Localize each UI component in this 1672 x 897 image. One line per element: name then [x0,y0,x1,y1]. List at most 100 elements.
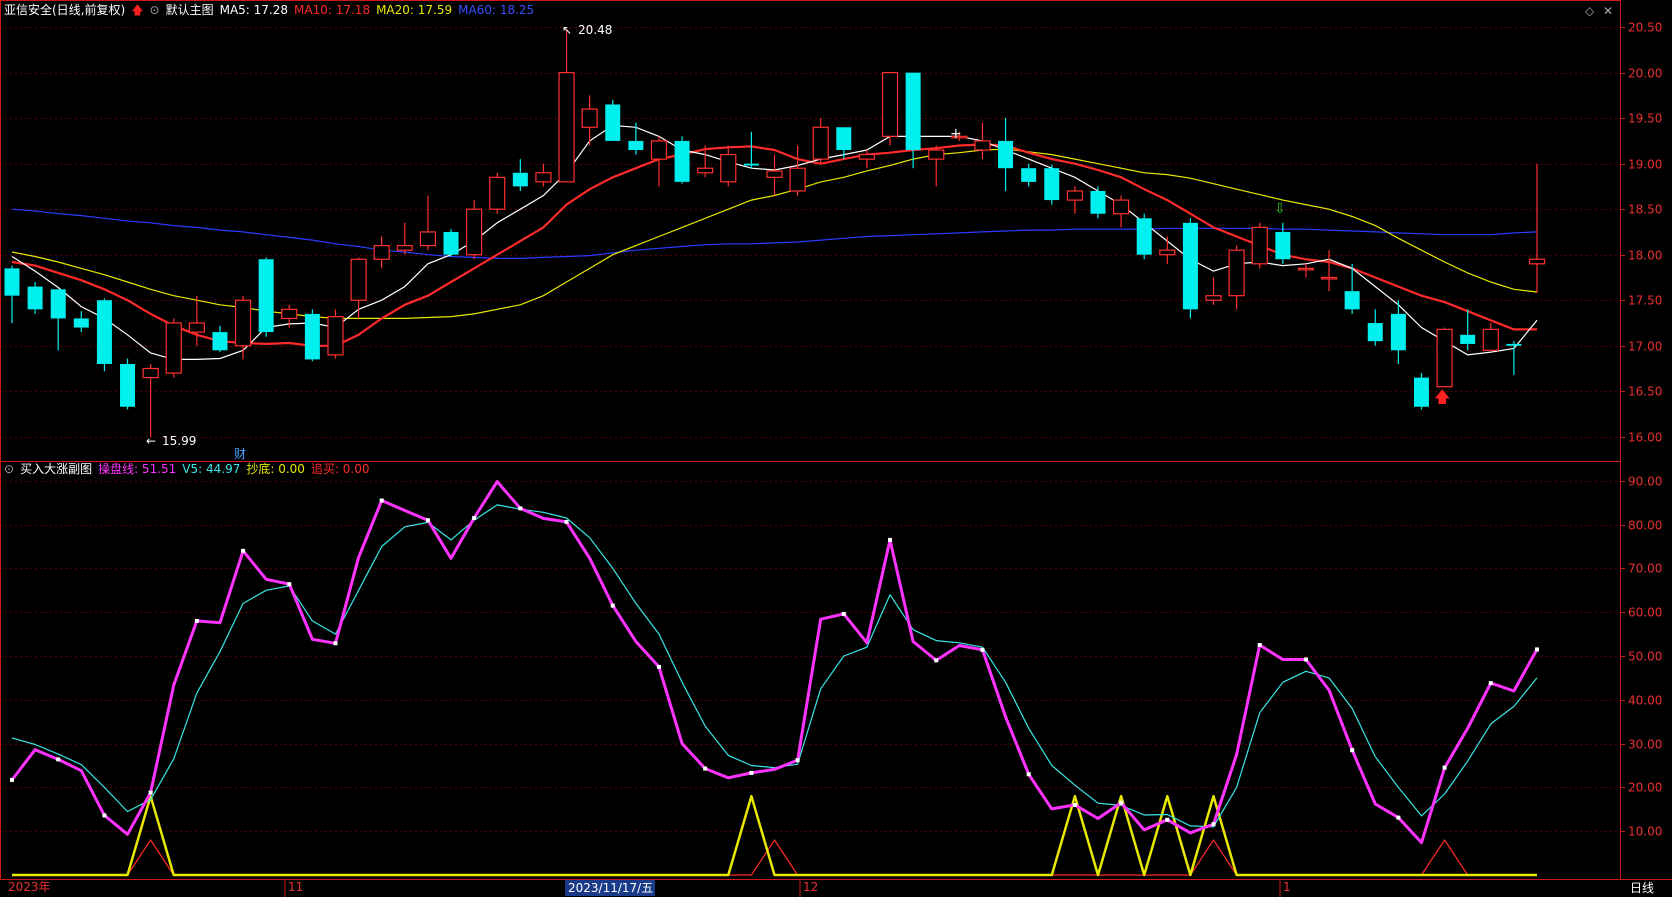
candle[interactable] [836,127,852,160]
candle[interactable] [489,172,506,214]
candle[interactable] [27,282,43,314]
candle[interactable] [234,295,252,360]
financial-report-marker[interactable]: 财 [234,447,246,461]
candle[interactable] [1320,250,1338,292]
candle[interactable] [998,118,1014,191]
sub-panel-border [0,461,1621,880]
sub-dropdown-icon[interactable]: ⊙ [4,462,14,476]
stock-title[interactable]: 亚信安全(日线,前复权) [4,3,125,17]
candle-body-down [1182,222,1198,310]
candle-body-down [96,300,112,364]
candle[interactable] [881,72,899,146]
candle[interactable] [1182,218,1198,319]
candle-body-up [234,299,252,347]
candle[interactable] [120,358,136,410]
panel-controls[interactable]: ◇ ✕ [1585,4,1613,18]
candle[interactable] [535,163,552,187]
main-panel-header: 亚信安全(日线,前复权) 🡅 ⊙ 默认主图 MA5: 17.28 MA10: 17.18 M… [4,2,540,18]
price-tick-label: 17.00 [1628,340,1662,354]
series-point [287,582,292,587]
candle[interactable] [165,318,182,378]
candle-body-up [1112,199,1130,215]
candle[interactable] [1021,163,1037,187]
candle[interactable] [443,229,459,257]
candle[interactable] [1205,277,1222,305]
buy-signal-arrow-icon: 🡅 [1434,387,1450,406]
period-label[interactable]: 日线 [1630,881,1654,895]
candle[interactable] [1044,164,1060,205]
sub-indicator-name[interactable]: 买入大涨副图 [20,462,92,476]
candle[interactable] [142,363,159,437]
candle-body-up [142,367,159,379]
candle[interactable] [1112,195,1130,228]
candle[interactable] [396,222,413,255]
candle[interactable] [258,257,274,337]
series-point [1257,643,1262,648]
date-label-jan: 1 [1283,880,1291,894]
candle[interactable] [743,131,759,169]
close-panel-icon[interactable]: ✕ [1603,4,1613,18]
candle[interactable] [1228,245,1245,310]
sub-panel-grid [0,481,1620,832]
candle[interactable] [1413,373,1429,410]
candle[interactable] [512,159,528,191]
ma5-label: MA5: 17.28 [219,3,289,17]
candle[interactable] [1367,309,1383,346]
candle[interactable] [1506,341,1522,375]
candle[interactable] [1251,222,1268,269]
candle[interactable] [905,72,921,169]
candle[interactable] [858,150,876,169]
candle[interactable] [73,311,89,333]
candle[interactable] [212,325,228,353]
candle[interactable] [1528,163,1546,293]
candle-body-up [1320,276,1338,280]
series-point [472,515,477,520]
candle[interactable] [1159,236,1176,264]
candle[interactable] [812,118,829,164]
price-tick-label: 19.00 [1628,158,1662,172]
candle[interactable] [628,122,644,155]
price-tick-label: 18.00 [1628,249,1662,263]
value-tick-label: 10.00 [1628,825,1662,839]
dropdown-icon[interactable]: ⊙ [150,3,160,17]
series-point [1072,802,1077,807]
candle[interactable] [1482,322,1499,351]
candle[interactable] [50,289,66,351]
diamond-icon[interactable]: ◇ [1585,4,1595,18]
candle[interactable] [304,309,320,362]
candle[interactable] [1460,309,1476,351]
candle[interactable] [928,145,945,187]
candle-body-up [974,140,991,151]
candle[interactable] [605,99,621,141]
series-point [425,518,430,523]
candle-body-down [443,231,459,255]
candle[interactable] [96,298,112,372]
candle[interactable] [188,295,205,346]
candle[interactable] [766,154,783,196]
candle[interactable] [974,122,991,160]
candle[interactable] [373,236,390,269]
series-point [795,758,800,763]
candlestick-series[interactable] [4,28,1546,437]
candle[interactable] [558,28,575,183]
series-point [1442,765,1447,770]
candle[interactable] [466,200,483,260]
candle[interactable] [1090,186,1106,219]
candle[interactable] [789,145,806,196]
series-line-3 [12,839,1537,876]
candle[interactable] [327,309,344,359]
candle[interactable] [674,136,690,184]
candle-body-down [1090,190,1106,214]
candle[interactable] [4,265,20,323]
candle[interactable] [350,257,367,319]
candle[interactable] [1136,213,1152,260]
candle[interactable] [720,145,737,187]
main-price-axis: 20.50 20.00 19.50 19.00 18.50 18.00 17.50 17.00… [1620,21,1662,445]
series-point [1535,647,1539,652]
candle[interactable] [1436,327,1453,388]
candle[interactable] [1297,263,1315,278]
candle[interactable] [419,195,437,251]
date-label-year: 2023年 [8,880,51,894]
series-point [703,766,708,771]
indicator-name[interactable]: 默认主图 [166,3,214,17]
